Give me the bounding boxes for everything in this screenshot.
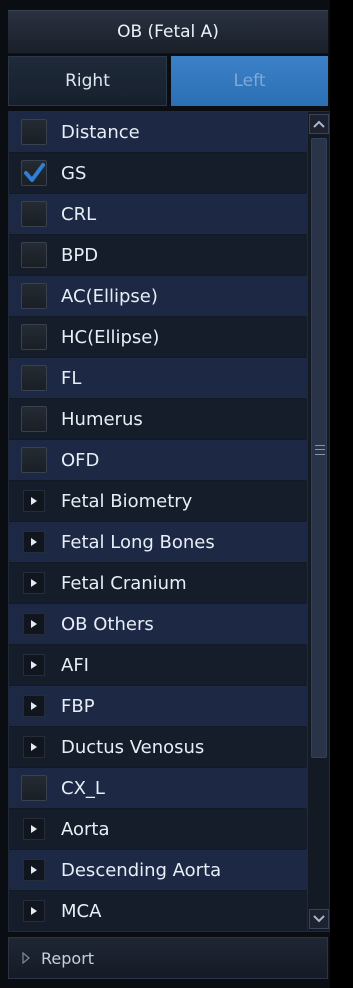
row-label: AC(Ellipse) [61,285,158,307]
measurement-row[interactable]: FL [9,358,307,399]
measurement-row[interactable]: GS [9,153,307,194]
row-label: Aorta [61,818,110,840]
group-row[interactable]: Descending Aorta [9,850,307,891]
group-row[interactable]: FBP [9,686,307,727]
group-row[interactable]: AFI [9,645,307,686]
page-title: OB (Fetal A) [8,10,328,54]
measurement-row[interactable]: Humerus [9,399,307,440]
row-label: Distance [61,121,140,143]
expand-arrow-icon[interactable] [23,859,45,881]
row-label: Descending Aorta [61,859,222,881]
expand-arrow-icon[interactable] [23,818,45,840]
report-label: Report [41,948,95,968]
checkbox[interactable] [21,119,47,145]
checkbox[interactable] [21,324,47,350]
group-row[interactable]: Fetal Cranium [9,563,307,604]
measurement-row[interactable]: HC(Ellipse) [9,317,307,358]
row-label: AFI [61,654,89,676]
row-label: Humerus [61,408,143,430]
tab-left[interactable]: Left [171,56,328,106]
measurement-list: Distance GS CRL BPD AC(Ellipse) HC(Ellipse) FL… [8,111,330,932]
tab-right[interactable]: Right [8,56,167,106]
chevron-down-icon [313,915,325,923]
triangle-right-icon [31,538,37,546]
row-label: CX_L [61,777,105,799]
row-label: MCA [61,900,102,922]
triangle-right-icon [22,952,30,964]
row-label: FL [61,367,82,389]
scroll-down-button[interactable] [309,909,329,929]
row-label: Fetal Cranium [61,572,187,594]
expand-arrow-icon[interactable] [23,736,45,758]
measurement-row[interactable]: BPD [9,235,307,276]
scroll-up-button[interactable] [309,114,329,134]
chevron-up-icon [313,120,325,128]
triangle-right-icon [31,702,37,710]
checkbox[interactable] [21,447,47,473]
triangle-right-icon [31,743,37,751]
triangle-right-icon [31,825,37,833]
triangle-right-icon [31,661,37,669]
row-label: OB Others [61,613,154,635]
scrollbar-thumb[interactable] [311,138,327,758]
row-label: HC(Ellipse) [61,326,160,348]
triangle-right-icon [31,497,37,505]
side-tabs: Right Left [8,56,328,106]
expand-arrow-icon[interactable] [23,572,45,594]
triangle-right-icon [31,579,37,587]
triangle-right-icon [31,866,37,874]
group-row[interactable]: OB Others [9,604,307,645]
expand-arrow-icon[interactable] [23,695,45,717]
scrollbar[interactable] [307,112,329,931]
checkbox[interactable] [21,160,47,186]
row-label: Fetal Biometry [61,490,193,512]
expand-arrow-icon[interactable] [23,654,45,676]
triangle-right-icon [31,620,37,628]
checkbox[interactable] [21,365,47,391]
row-label: CRL [61,203,97,225]
expand-arrow-icon[interactable] [23,490,45,512]
expand-arrow-icon[interactable] [23,531,45,553]
checkbox[interactable] [21,406,47,432]
row-label: OFD [61,449,100,471]
checkbox[interactable] [21,283,47,309]
group-row[interactable]: Fetal Long Bones [9,522,307,563]
group-row[interactable]: Aorta [9,809,307,850]
row-label: BPD [61,244,99,266]
checkbox[interactable] [21,201,47,227]
triangle-right-icon [31,907,37,915]
measurement-rows: Distance GS CRL BPD AC(Ellipse) HC(Ellipse) FL… [9,112,307,931]
group-row[interactable]: MCA [9,891,307,931]
group-row[interactable]: Ductus Venosus [9,727,307,768]
group-row[interactable]: Fetal Biometry [9,481,307,522]
row-label: GS [61,162,87,184]
measurement-row[interactable]: CRL [9,194,307,235]
expand-arrow-icon[interactable] [23,900,45,922]
measurement-row[interactable]: AC(Ellipse) [9,276,307,317]
expand-arrow-icon[interactable] [23,613,45,635]
row-label: FBP [61,695,95,717]
row-label: Ductus Venosus [61,736,205,758]
row-label: Fetal Long Bones [61,531,215,553]
grip-icon [315,445,325,455]
measurement-row[interactable]: CX_L [9,768,307,809]
checkbox[interactable] [21,775,47,801]
measurement-panel: OB (Fetal A) Right Left Distance GS CRL BPD… [0,0,330,988]
report-button[interactable]: Report [8,937,328,979]
measurement-row[interactable]: OFD [9,440,307,481]
checkmark-icon [24,163,45,182]
checkbox[interactable] [21,242,47,268]
measurement-row[interactable]: Distance [9,112,307,153]
